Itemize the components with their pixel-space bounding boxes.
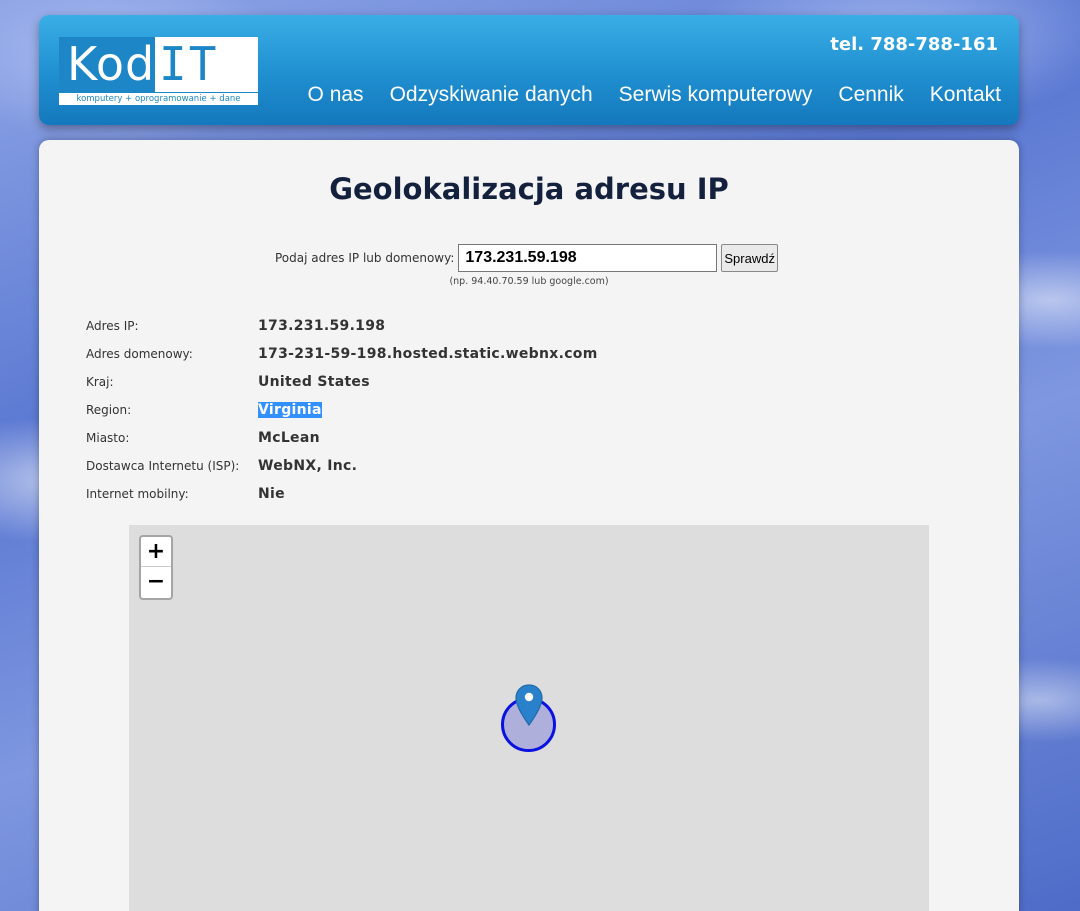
info-label: Region: [86, 403, 132, 417]
info-row-city: Miasto: McLean [86, 424, 598, 452]
info-row-domain: Adres domenowy: 173-231-59-198.hosted.st… [86, 340, 598, 368]
logo[interactable]: Kod IT komputery + oprogramowanie + dane [59, 37, 258, 105]
ip-address-input[interactable] [458, 244, 718, 272]
info-label: Miasto: [86, 431, 130, 445]
content-panel: Geolokalizacja adresu IP Podaj adres IP … [39, 140, 1019, 911]
info-label: Internet mobilny: [86, 487, 189, 501]
info-value: 173-231-59-198.hosted.static.webnx.com [258, 346, 598, 362]
info-value-selected: Virginia [258, 402, 322, 418]
phone-number: tel. 788-788-161 [830, 34, 998, 55]
info-value: United States [258, 374, 370, 390]
zoom-control: + − [139, 535, 173, 600]
info-value: McLean [258, 430, 320, 446]
info-label: Adres domenowy: [86, 347, 193, 361]
nav-item-cennik[interactable]: Cennik [838, 83, 903, 107]
logo-it: IT [155, 37, 258, 92]
zoom-out-button[interactable]: − [141, 567, 171, 597]
logo-tagline: komputery + oprogramowanie + dane [59, 93, 258, 105]
info-row-country: Kraj: United States [86, 368, 598, 396]
info-row-region: Region: Virginia [86, 396, 598, 424]
check-button[interactable]: Sprawdź [721, 244, 778, 272]
info-value: Nie [258, 486, 285, 502]
geo-info-table: Adres IP: 173.231.59.198 Adres domenowy:… [86, 312, 598, 508]
logo-kod: Kod [59, 37, 155, 92]
page-title: Geolokalizacja adresu IP [329, 172, 729, 206]
info-value: 173.231.59.198 [258, 318, 386, 334]
site-header: Kod IT komputery + oprogramowanie + dane… [39, 15, 1019, 125]
info-value: WebNX, Inc. [258, 458, 358, 474]
info-label: Dostawca Internetu (ISP): [86, 459, 240, 473]
info-label: Adres IP: [86, 319, 139, 333]
logo-box: Kod IT [59, 37, 258, 92]
location-map[interactable]: + − [129, 525, 929, 911]
input-hint: (np. 94.40.70.59 lub google.com) [449, 276, 609, 287]
nav-item-odzyskiwanie-danych[interactable]: Odzyskiwanie danych [390, 83, 593, 107]
nav-item-serwis-komputerowy[interactable]: Serwis komputerowy [619, 83, 813, 107]
info-label: Kraj: [86, 375, 114, 389]
info-row-mobile: Internet mobilny: Nie [86, 480, 598, 508]
info-row-ip: Adres IP: 173.231.59.198 [86, 312, 598, 340]
map-marker-icon[interactable] [515, 684, 543, 726]
nav-item-o-nas[interactable]: O nas [308, 83, 364, 107]
ip-lookup-form: Podaj adres IP lub domenowy: Sprawdź [275, 244, 778, 272]
info-row-isp: Dostawca Internetu (ISP): WebNX, Inc. [86, 452, 598, 480]
nav-item-kontakt[interactable]: Kontakt [930, 83, 1001, 107]
main-nav: O nas Odzyskiwanie danych Serwis kompute… [308, 83, 1001, 107]
zoom-in-button[interactable]: + [141, 537, 171, 567]
ip-input-label: Podaj adres IP lub domenowy: [275, 251, 455, 265]
